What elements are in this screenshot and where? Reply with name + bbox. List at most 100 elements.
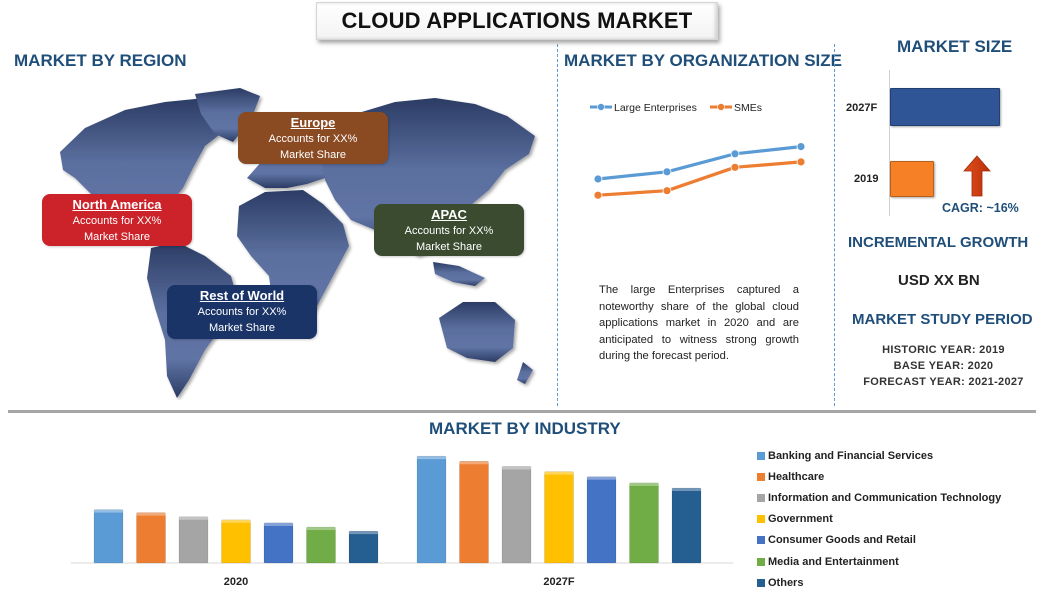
industry-chart: 2020 2027F <box>71 455 733 588</box>
legend-swatch <box>757 451 765 460</box>
bar-others-2027f <box>671 487 702 564</box>
legend-swatch <box>757 493 765 502</box>
organization-description: The large Enterprises captured a notewor… <box>599 284 799 362</box>
cagr-label: CAGR: ~16% <box>942 201 1019 215</box>
legend-swatch <box>757 578 765 587</box>
point-smes <box>662 186 672 196</box>
legend-item-consumer-goods-and-retail: Consumer Goods and Retail <box>757 530 1001 551</box>
legend-swatch <box>757 557 765 566</box>
legend-label: Government <box>768 513 833 526</box>
legend-item-others: Others <box>757 572 1001 593</box>
region-card-north-america: North America Accounts for XX% Market Sh… <box>42 194 192 246</box>
bar-highlight <box>221 519 251 523</box>
bar-highlight <box>629 482 659 486</box>
point-large-enterprises <box>796 142 806 151</box>
bar-information-and-communication-technology-2027f <box>501 466 532 564</box>
bar-highlight <box>672 488 701 492</box>
bar-government-2020 <box>221 519 251 564</box>
bar-consumer-goods-and-retail-2027f <box>586 476 617 564</box>
bar-highlight <box>349 531 378 535</box>
point-smes <box>593 190 603 200</box>
region-card-europe: Europe Accounts for XX% Market Share <box>238 112 388 164</box>
divider-vertical-left <box>557 44 558 406</box>
page-title: CLOUD APPLICATIONS MARKET <box>341 8 693 33</box>
legend-label: Information and Communication Technology <box>768 491 1002 504</box>
region-name: Rest of World <box>199 288 285 303</box>
bar-highlight <box>502 466 531 470</box>
bar-highlight <box>417 456 446 460</box>
continent-australia <box>439 302 515 362</box>
base-year: BASE YEAR: 2020 <box>893 360 994 372</box>
legend-item-information-and-communication-technology: Information and Communication Technology <box>757 487 1001 508</box>
region-share-label: Market Share <box>415 241 483 253</box>
bar-highlight <box>264 522 293 526</box>
historic-year: HISTORIC YEAR: 2019 <box>882 344 1005 356</box>
bar-banking-and-financial-services-2020 <box>93 509 124 564</box>
forecast-year: FORECAST YEAR: 2021-2027 <box>863 376 1024 388</box>
continent-southeast-asia <box>433 262 485 286</box>
legend-item-government: Government <box>757 509 1001 530</box>
growth-arrow-icon <box>963 155 991 197</box>
legend-swatch <box>757 472 765 481</box>
point-smes <box>796 157 806 167</box>
legend-item-media-and-entertainment: Media and Entertainment <box>757 551 1001 572</box>
legend-label: Banking and Financial Services <box>768 449 934 462</box>
title-banner: CLOUD APPLICATIONS MARKET <box>316 2 718 40</box>
organization-heading: MARKET BY ORGANIZATION SIZE <box>564 51 842 70</box>
legend-swatch <box>757 515 765 524</box>
bar-healthcare-2027f <box>459 460 489 564</box>
bar-government-2027f <box>544 471 574 564</box>
bar-highlight <box>544 471 574 475</box>
incremental-growth-heading: INCREMENTAL GROWTH <box>848 234 1029 251</box>
study-period-heading: MARKET STUDY PERIOD <box>852 311 1033 328</box>
bar-highlight <box>459 461 489 465</box>
svg-text:Large Enterprises: Large Enterprises <box>614 102 697 114</box>
region-share: Accounts for XX% <box>404 225 494 237</box>
region-name: Europe <box>290 115 336 130</box>
bar-media-and-entertainment-2027f <box>629 482 659 564</box>
industry-heading: MARKET BY INDUSTRY <box>429 419 621 438</box>
organization-size-chart: Large Enterprises SMEs <box>590 102 806 200</box>
divider-horizontal <box>8 410 1036 413</box>
point-smes <box>730 162 740 172</box>
bar-consumer-goods-and-retail-2020 <box>263 522 294 564</box>
market-size-bar-2019 <box>890 161 934 197</box>
bar-media-and-entertainment-2020 <box>306 526 336 564</box>
continent-new-zealand <box>517 362 533 384</box>
market-size-heading: MARKET SIZE <box>897 37 1013 56</box>
legend-label: Others <box>768 576 804 589</box>
region-share: Accounts for XX% <box>197 306 287 318</box>
bar-healthcare-2020 <box>136 512 166 564</box>
bar-others-2020 <box>348 530 379 564</box>
market-size-bar-2027f <box>890 88 1000 126</box>
point-large-enterprises <box>730 149 740 159</box>
region-card-apac: APAC Accounts for XX% Market Share <box>374 204 524 256</box>
region-name: APAC <box>431 207 467 222</box>
point-large-enterprises <box>662 167 672 177</box>
region-share: Accounts for XX% <box>72 215 162 227</box>
svg-text:SMEs: SMEs <box>734 102 762 114</box>
point-large-enterprises <box>593 174 603 184</box>
legend-item-banking-and-financial-services: Banking and Financial Services <box>757 445 1001 466</box>
bar-highlight <box>94 509 123 513</box>
region-share: Accounts for XX% <box>268 133 358 145</box>
region-share-label: Market Share <box>279 149 347 161</box>
x-tick-label: 2027F <box>543 576 574 588</box>
bar-highlight <box>587 476 616 480</box>
market-size-label-2019: 2019 <box>854 173 879 185</box>
region-heading: MARKET BY REGION <box>14 51 187 70</box>
legend-large-enterprises: Large Enterprises <box>590 102 697 114</box>
legend-swatch <box>757 536 765 545</box>
bar-information-and-communication-technology-2020 <box>178 516 209 564</box>
legend-label: Consumer Goods and Retail <box>768 534 916 547</box>
region-name: North America <box>72 197 162 212</box>
region-card-rest-of-world: Rest of World Accounts for XX% Market Sh… <box>167 285 317 339</box>
bar-highlight <box>306 527 336 531</box>
market-size-label-2027f: 2027F <box>846 102 878 114</box>
incremental-growth-value: USD XX BN <box>898 272 980 289</box>
bar-highlight <box>136 512 166 516</box>
region-share-label: Market Share <box>208 322 276 334</box>
bar-banking-and-financial-services-2027f <box>416 455 447 564</box>
line-smes <box>597 160 802 197</box>
legend-label: Media and Entertainment <box>768 555 899 568</box>
